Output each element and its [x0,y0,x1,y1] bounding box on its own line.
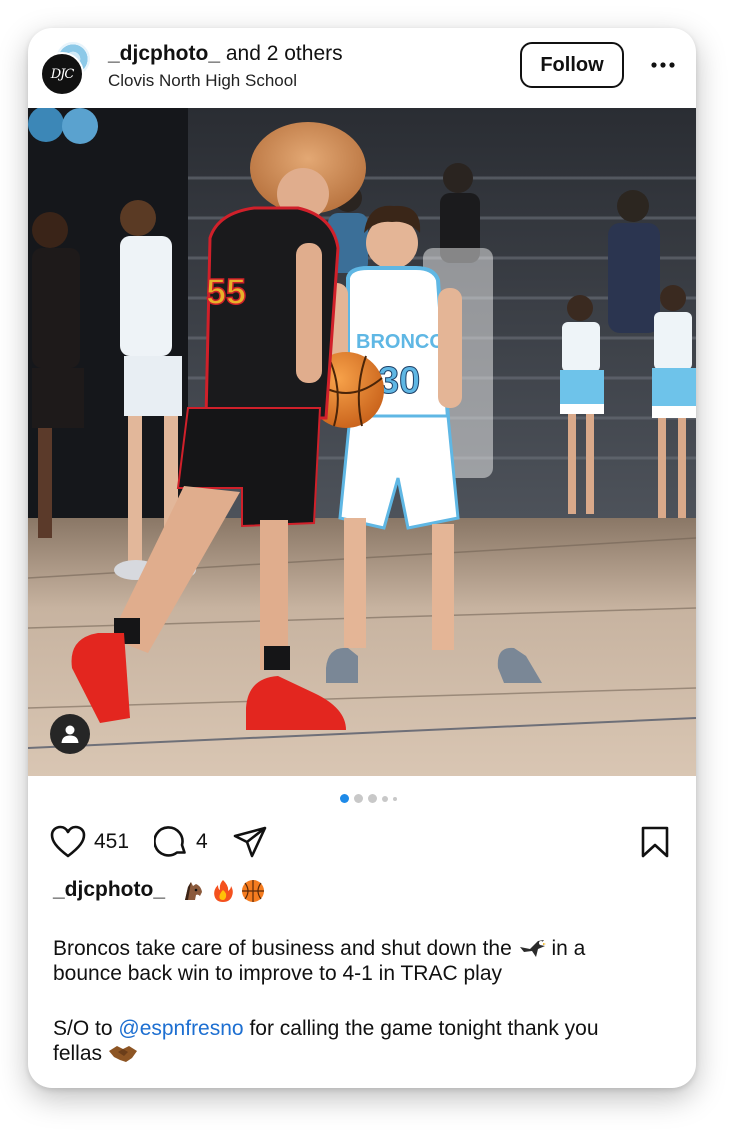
comment-count[interactable]: 4 [196,830,208,854]
share-group [232,820,268,864]
carousel-dot [368,794,377,803]
heart-icon[interactable] [50,825,86,859]
like-group: 451 [50,820,129,864]
carousel-dot [382,795,388,802]
player-55-number: 55 [206,271,246,312]
eagle-icon [519,940,546,958]
caption-line-2: bounce back win to improve to 4-1 in TRA… [53,962,502,985]
more-options-icon[interactable] [646,52,680,78]
caption-line-1: Broncos take care of business and shut d… [53,936,585,961]
horse-face-icon [185,882,202,900]
handshake-icon [108,1046,137,1063]
player-30-number: 30 [378,360,420,402]
basketball-icon [242,880,264,902]
carousel-dot-active [340,794,349,803]
caption-emojis [180,878,266,904]
post-location[interactable]: Clovis North High School [108,71,297,91]
avatar-logo-text: DJC [50,66,75,82]
caption-text: S/O to [53,1017,113,1040]
person-icon [61,725,79,743]
post-card: DJC _djcphoto_ and 2 others Clovis North… [28,28,696,1088]
mention-link[interactable]: @espnfresno [118,1017,243,1040]
caption-text: Broncos take care of business and shut d… [53,937,512,960]
author-username[interactable]: _djcphoto_ [108,42,220,65]
avatar-stack[interactable]: DJC [40,40,92,96]
fire-icon [214,880,233,902]
post-author-line[interactable]: _djcphoto_ and 2 others [108,42,343,66]
bookmark-icon[interactable] [640,825,670,859]
post-photo[interactable]: BRONCOS 30 55 [28,108,696,776]
coauthors-text[interactable]: and 2 others [226,42,343,65]
follow-button[interactable]: Follow [520,42,624,88]
carousel-dot [393,796,397,801]
caption-text: in a [551,937,586,960]
caption-username[interactable]: _djcphoto_ [53,878,165,902]
post-header: DJC _djcphoto_ and 2 others Clovis North… [28,28,696,108]
save-group [640,820,670,864]
carousel-dot [354,794,363,803]
tagged-people-button[interactable] [50,714,90,754]
avatar: DJC [40,52,84,96]
share-icon[interactable] [232,825,268,859]
comment-icon[interactable] [154,825,188,859]
caption-text: for calling the game tonight thank you [249,1017,599,1040]
caption-line-3: S/O to @espnfresno for calling the game … [53,1016,599,1041]
caption-text: fellas [53,1042,103,1065]
carousel-indicator [340,794,397,803]
like-count[interactable]: 451 [94,830,129,854]
caption-line-4: fellas [53,1041,138,1066]
comment-group: 4 [154,820,208,864]
action-bar: 451 4 [28,820,696,864]
